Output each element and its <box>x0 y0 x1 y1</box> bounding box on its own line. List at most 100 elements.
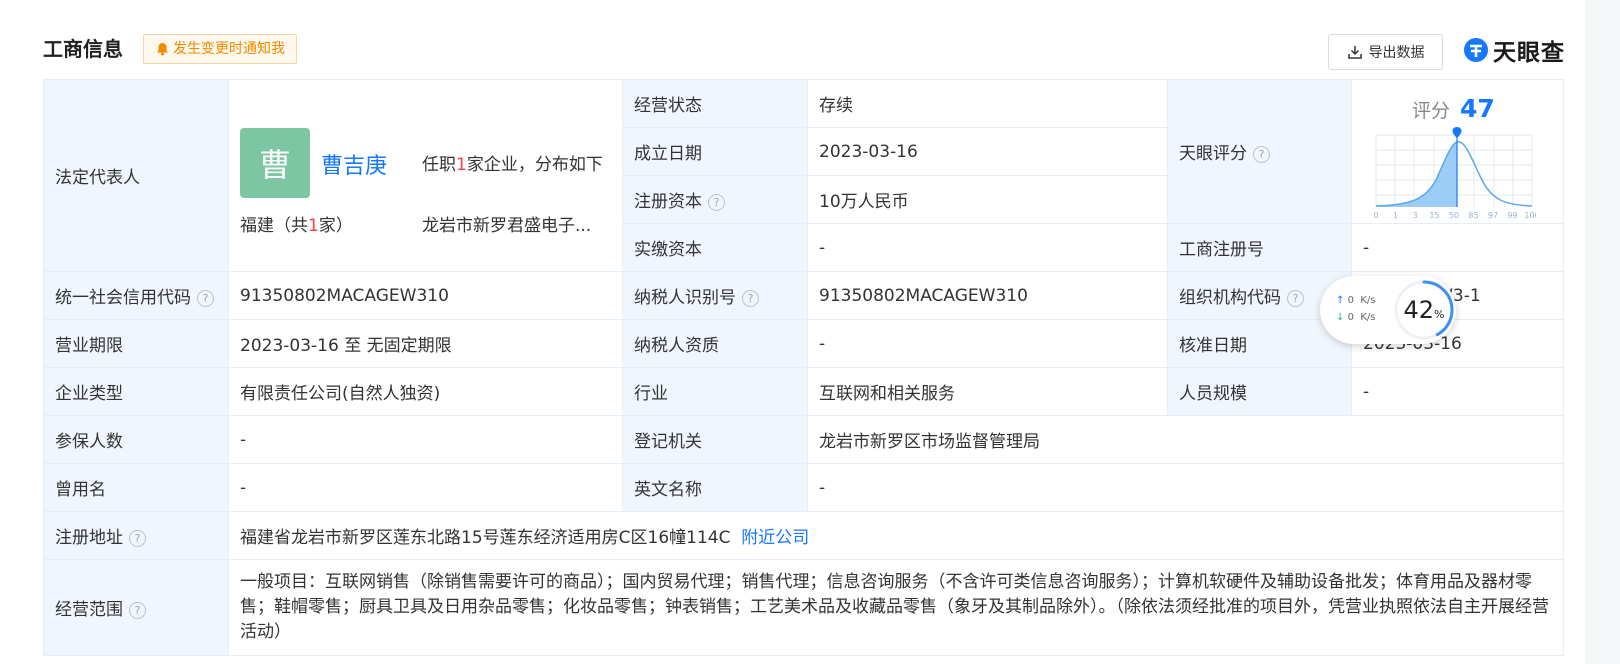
percent-value: 42 <box>1403 296 1435 324</box>
reg-capital-value: 10万人民币 <box>807 175 1168 224</box>
table-row: 法定代表人 曹 曹吉庚 任职1家企业，分布如下 福建（共1家） 龙岩市新罗君盛电… <box>43 79 1564 272</box>
score-head: 评分 47 <box>1412 94 1495 123</box>
english-name-value: - <box>807 463 1564 512</box>
download-icon <box>1347 46 1362 59</box>
staff-size-label: 人员规模 <box>1167 367 1352 416</box>
term-label: 营业期限 <box>43 319 229 368</box>
network-speed-widget[interactable]: ↑ 0 K/s ↓ 0 K/s 42% <box>1320 276 1456 344</box>
table-row: 注册地址? 福建省龙岩市新罗区莲东北路15号莲东经济适用房C区16幢114C 附… <box>43 511 1564 560</box>
english-name-label: 英文名称 <box>622 463 808 512</box>
scope-value: 一般项目：互联网销售（除销售需要许可的商品）；国内贸易代理；销售代理；信息咨询服… <box>228 559 1564 656</box>
business-info-table: 法定代表人 曹 曹吉庚 任职1家企业，分布如下 福建（共1家） 龙岩市新罗君盛电… <box>43 79 1564 656</box>
org-code-label: 组织机构代码 <box>1179 288 1281 308</box>
section-title: 工商信息 <box>43 37 123 61</box>
founded-value: 2023-03-16 <box>807 127 1168 176</box>
table-row: 曾用名 - 英文名称 - <box>43 463 1564 512</box>
help-icon[interactable]: ? <box>1287 290 1304 307</box>
export-label: 导出数据 <box>1368 45 1425 61</box>
reg-authority-label: 登记机关 <box>622 415 808 464</box>
taxpayer-id-value: 91350802MACAGEW310 <box>807 271 1168 320</box>
score-fill-area <box>1376 142 1457 207</box>
help-icon[interactable]: ? <box>129 602 146 619</box>
percent-sign: % <box>1434 307 1445 321</box>
nearby-companies-link[interactable]: 附近公司 <box>741 528 809 548</box>
scope-label: 经营范围 <box>55 600 123 620</box>
term-value: 2023-03-16 至 无固定期限 <box>228 319 623 368</box>
industry-value: 互联网和相关服务 <box>807 367 1168 416</box>
company-type-label: 企业类型 <box>43 367 229 416</box>
score-label: 天眼评分 <box>1179 144 1247 164</box>
score-label-cell: 天眼评分? <box>1167 79 1352 224</box>
scope-label-cell: 经营范围? <box>43 559 229 656</box>
download-speed: ↓ 0 K/s <box>1336 309 1375 326</box>
industry-label: 行业 <box>622 367 808 416</box>
status-label: 经营状态 <box>622 79 808 128</box>
staff-size-value: - <box>1351 367 1564 416</box>
export-data-button[interactable]: 导出数据 <box>1328 34 1443 70</box>
help-icon[interactable]: ? <box>742 290 759 307</box>
download-value: 0 <box>1347 312 1354 323</box>
score-axis-labels: 0 1 3 15 50 85 97 99 100 <box>1373 211 1536 220</box>
address-label-cell: 注册地址? <box>43 511 229 560</box>
axis-tick-label: 50 <box>1449 211 1459 220</box>
upload-unit: K/s <box>1360 295 1376 306</box>
upload-speed: ↑ 0 K/s <box>1336 292 1375 309</box>
axis-tick-label: 85 <box>1468 211 1478 220</box>
jobs-prefix: 任职 <box>422 155 456 175</box>
legal-rep-region: 福建（共1家） <box>240 211 353 236</box>
paid-capital-label: 实缴资本 <box>622 223 808 272</box>
axis-tick-label: 0 <box>1373 211 1378 220</box>
notify-change-button[interactable]: 发生变更时通知我 <box>143 34 297 64</box>
score-distribution-chart: 0 1 3 15 50 85 97 99 100 <box>1373 127 1536 220</box>
credit-code-label-cell: 统一社会信用代码? <box>43 271 229 320</box>
reg-capital-label: 注册资本 <box>634 192 702 212</box>
biz-reg-no-value: - <box>1351 223 1564 272</box>
help-icon[interactable]: ? <box>708 194 725 211</box>
taxpayer-id-label-cell: 纳税人识别号? <box>622 271 808 320</box>
legal-rep-label: 法定代表人 <box>43 79 229 272</box>
legal-rep-company-link[interactable]: 龙岩市新罗君盛电子... <box>422 211 591 236</box>
notify-label: 发生变更时通知我 <box>173 41 285 57</box>
jobs-count: 1 <box>456 155 467 175</box>
table-row: 参保人数 - 登记机关 龙岩市新罗区市场监督管理局 <box>43 415 1564 464</box>
brand-name: 天眼查 <box>1493 40 1565 66</box>
status-value: 存续 <box>807 79 1168 128</box>
former-name-label: 曾用名 <box>43 463 229 512</box>
tianyancha-logo-icon <box>1464 38 1488 62</box>
help-icon[interactable]: ? <box>1253 146 1270 163</box>
brand-logo[interactable]: 天眼查 <box>1463 33 1565 67</box>
reg-authority-value: 龙岩市新罗区市场监督管理局 <box>807 415 1564 464</box>
table-row: 企业类型 有限责任公司(自然人独资) 行业 互联网和相关服务 人员规模 - <box>43 367 1564 416</box>
help-icon[interactable]: ? <box>129 530 146 547</box>
business-info-panel: 工商信息 发生变更时通知我 导出数据 天眼查 法定代表人 曹 曹吉庚 任职1家企… <box>0 0 1585 664</box>
legal-rep-name-link[interactable]: 曹吉庚 <box>321 148 387 180</box>
address-value-cell: 福建省龙岩市新罗区莲东北路15号莲东经济适用房C区16幢114C 附近公司 <box>228 511 1564 560</box>
reg-capital-label-cell: 注册资本? <box>622 175 808 224</box>
bell-icon <box>157 43 168 56</box>
address-label: 注册地址 <box>55 528 123 548</box>
speed-percent: 42% <box>1392 278 1456 342</box>
taxpayer-qual-value: - <box>807 319 1168 368</box>
score-cell[interactable]: 评分 47 0 1 3 15 50 85 97 99 100 <box>1351 79 1564 224</box>
download-arrow-icon: ↓ <box>1336 312 1345 323</box>
credit-code-value: 91350802MACAGEW310 <box>228 271 623 320</box>
help-icon[interactable]: ? <box>197 290 214 307</box>
taxpayer-qual-label: 纳税人资质 <box>622 319 808 368</box>
founded-label: 成立日期 <box>622 127 808 176</box>
company-type-value: 有限责任公司(自然人独资) <box>228 367 623 416</box>
axis-tick-label: 1 <box>1393 211 1398 220</box>
table-row: 经营范围? 一般项目：互联网销售（除销售需要许可的商品）；国内贸易代理；销售代理… <box>43 559 1564 656</box>
axis-tick-label: 100 <box>1524 211 1536 220</box>
legal-rep-cell: 曹 曹吉庚 任职1家企业，分布如下 福建（共1家） 龙岩市新罗君盛电子... <box>228 79 623 272</box>
insured-value: - <box>228 415 623 464</box>
taxpayer-id-label: 纳税人识别号 <box>634 288 736 308</box>
score-value: 47 <box>1460 94 1495 123</box>
legal-rep-jobs: 任职1家企业，分布如下 <box>422 150 603 175</box>
axis-tick-label: 99 <box>1507 211 1517 220</box>
score-head-label: 评分 <box>1412 100 1451 122</box>
axis-tick-label: 15 <box>1429 211 1439 220</box>
region-prefix: 福建（共 <box>240 216 308 236</box>
axis-tick-label: 97 <box>1488 211 1498 220</box>
speed-readout: ↑ 0 K/s ↓ 0 K/s <box>1336 292 1375 326</box>
avatar[interactable]: 曹 <box>240 128 310 198</box>
